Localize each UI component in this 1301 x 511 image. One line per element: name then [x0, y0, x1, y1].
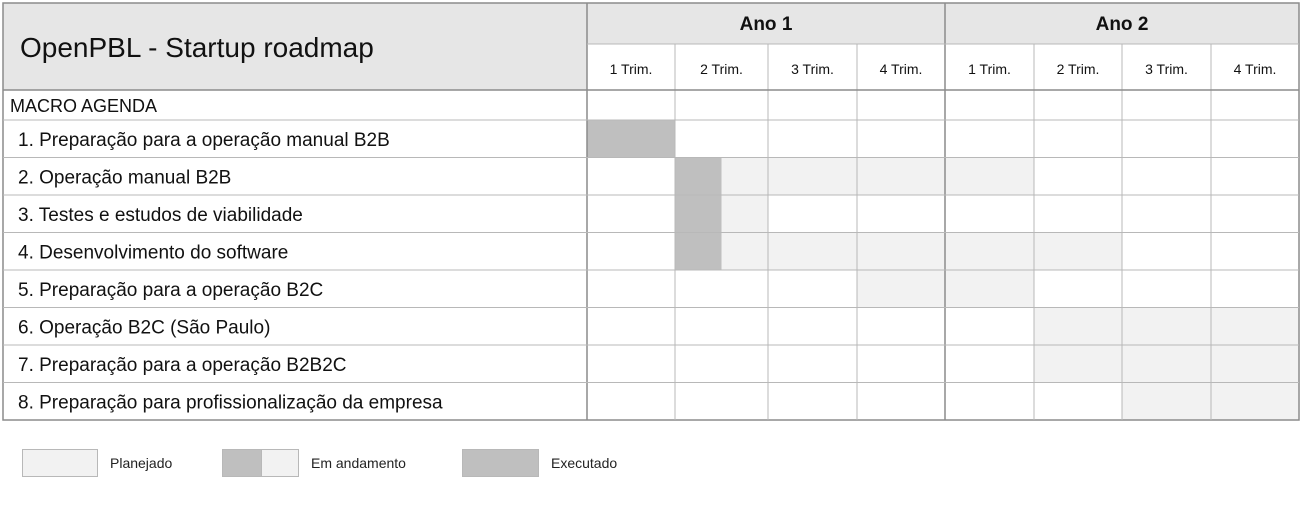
task-7-planned-bar-1	[1034, 345, 1299, 383]
legend-executed: Executado	[462, 449, 617, 477]
task-6-planned-bar-1	[1034, 307, 1299, 345]
task-label-8: 8. Preparação para profissionalização da…	[18, 392, 443, 413]
year-2-label: Ano 2	[1096, 14, 1149, 35]
year-header-band	[587, 3, 1299, 44]
quarter-label-7: 3 Trim.	[1145, 61, 1188, 77]
quarter-label-3: 3 Trim.	[791, 61, 834, 77]
task-3-executed-bar-1	[675, 195, 722, 233]
task-label-1: 1. Preparação para a operação manual B2B	[18, 130, 390, 151]
task-label-2: 2. Operação manual B2B	[18, 167, 231, 188]
legend-planned-label: Planejado	[110, 455, 173, 471]
legend-planned-swatch	[22, 449, 98, 477]
task-label-5: 5. Preparação para a operação B2C	[18, 280, 323, 301]
quarter-label-8: 4 Trim.	[1234, 61, 1277, 77]
legend-executed-label: Executado	[551, 455, 618, 471]
task-label-6: 6. Operação B2C (São Paulo)	[18, 317, 270, 338]
legend-executed-swatch	[462, 449, 539, 477]
task-1-executed-bar-1	[587, 120, 675, 158]
year-1-label: Ano 1	[740, 14, 793, 35]
quarter-label-4: 4 Trim.	[880, 61, 923, 77]
task-label-3: 3. Testes e estudos de viabilidade	[18, 205, 303, 226]
task-label-7: 7. Preparação para a operação B2B2C	[18, 355, 347, 376]
quarter-label-5: 1 Trim.	[968, 61, 1011, 77]
chart-title: OpenPBL - Startup roadmap	[20, 32, 374, 63]
task-2-executed-bar-1	[675, 157, 722, 195]
task-4-executed-bar-1	[675, 232, 722, 270]
roadmap-chart: OpenPBL - Startup roadmap Ano 1 Ano 2 1 Tri…	[2, 2, 1300, 421]
legend-in-progress-label: Em andamento	[311, 455, 406, 471]
quarter-label-2: 2 Trim.	[700, 61, 743, 77]
task-label-4: 4. Desenvolvimento do software	[18, 242, 288, 263]
legend-in-progress-swatch	[222, 449, 299, 477]
task-3-planned-bar-1	[721, 195, 768, 233]
legend-in-progress: Em andamento	[222, 449, 406, 477]
section-label: MACRO AGENDA	[10, 96, 157, 116]
legend-planned: Planejado	[22, 449, 172, 477]
task-4-planned-bar-1	[721, 232, 1122, 270]
quarter-label-1: 1 Trim.	[610, 61, 653, 77]
quarter-label-6: 2 Trim.	[1057, 61, 1100, 77]
